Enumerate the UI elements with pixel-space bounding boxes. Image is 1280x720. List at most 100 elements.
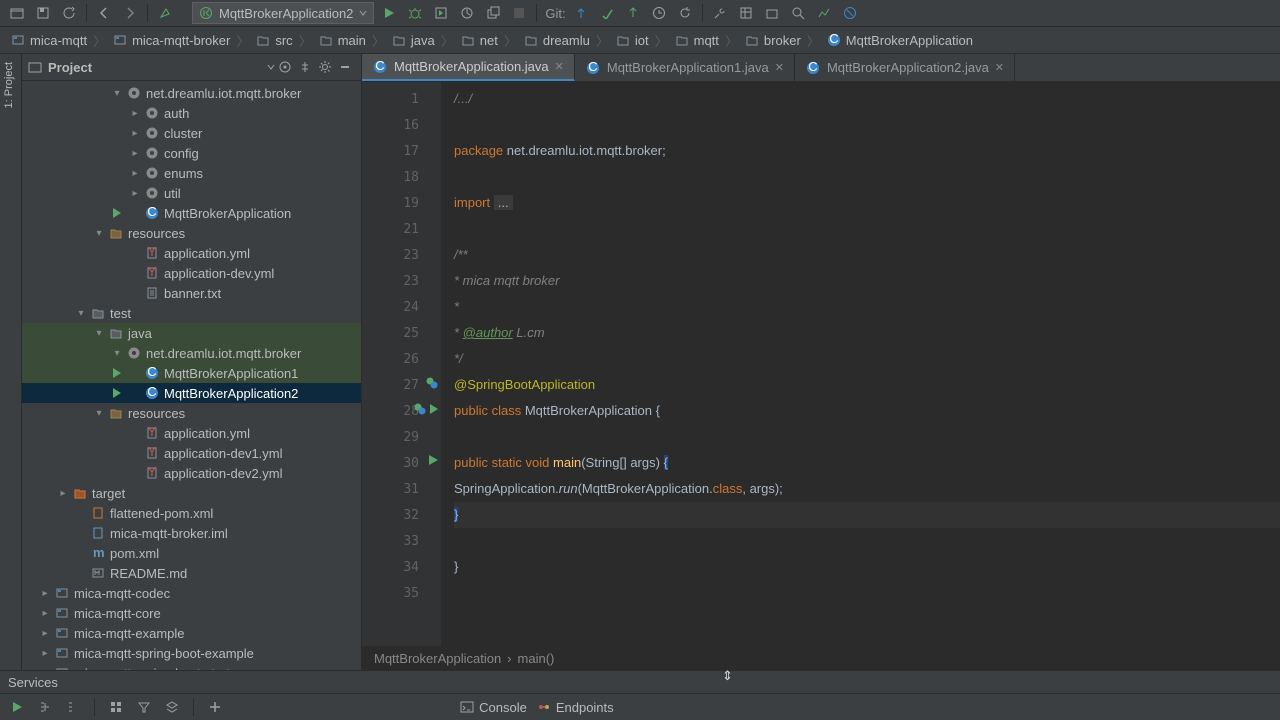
code-line[interactable]: @SpringBootApplication bbox=[454, 372, 1280, 398]
close-icon[interactable]: ✕ bbox=[775, 61, 784, 74]
gutter-line[interactable]: 34 bbox=[362, 554, 441, 580]
run-icon[interactable] bbox=[378, 2, 400, 24]
expand-arrow-icon[interactable]: ▸ bbox=[130, 128, 140, 139]
gutter-line[interactable]: 32 bbox=[362, 502, 441, 528]
gutter-line[interactable]: 30 bbox=[362, 450, 441, 476]
tree-node[interactable]: Yapplication-dev2.yml bbox=[22, 463, 361, 483]
tree-collapse-icon[interactable] bbox=[64, 698, 82, 716]
code-line[interactable]: * @author L.cm bbox=[454, 320, 1280, 346]
expand-arrow-icon[interactable]: ▸ bbox=[40, 668, 50, 671]
gutter-line[interactable]: 29 bbox=[362, 424, 441, 450]
tree-node[interactable]: ▸util bbox=[22, 183, 361, 203]
navigate-gutter-icon[interactable] bbox=[425, 376, 439, 390]
breadcrumb-item[interactable]: src bbox=[251, 32, 296, 48]
expand-arrow-icon[interactable]: ▸ bbox=[40, 648, 50, 659]
code-line[interactable] bbox=[454, 164, 1280, 190]
gutter-line[interactable]: 19 bbox=[362, 190, 441, 216]
debug-icon[interactable] bbox=[404, 2, 426, 24]
code-line[interactable]: import ... bbox=[454, 190, 1280, 216]
tree-node[interactable]: Yapplication.yml bbox=[22, 423, 361, 443]
code-line[interactable] bbox=[454, 580, 1280, 606]
code-line[interactable]: public class MqttBrokerApplication { bbox=[454, 398, 1280, 424]
tree-node[interactable]: CMqttBrokerApplication bbox=[22, 203, 361, 223]
hide-icon[interactable] bbox=[335, 57, 355, 77]
tree-node[interactable]: ▾net.dreamlu.iot.mqtt.broker bbox=[22, 343, 361, 363]
tree-node[interactable]: mica-mqtt-broker.iml bbox=[22, 523, 361, 543]
breadcrumb-item[interactable]: net bbox=[456, 32, 502, 48]
code-line[interactable] bbox=[454, 424, 1280, 450]
tree-node[interactable]: ▸config bbox=[22, 143, 361, 163]
navigate-run-gutter-icon[interactable] bbox=[413, 402, 439, 416]
code-line[interactable] bbox=[454, 112, 1280, 138]
save-all-icon[interactable] bbox=[32, 2, 54, 24]
expand-arrow-icon[interactable]: ▾ bbox=[94, 328, 104, 339]
expand-arrow-icon[interactable]: ▸ bbox=[130, 148, 140, 159]
console-tab[interactable]: Console bbox=[460, 700, 527, 715]
expand-arrow-icon[interactable]: ▸ bbox=[58, 488, 68, 499]
ide-settings-icon[interactable] bbox=[761, 2, 783, 24]
attach-icon[interactable] bbox=[482, 2, 504, 24]
expand-arrow-icon[interactable]: ▸ bbox=[40, 628, 50, 639]
run-gutter-icon[interactable] bbox=[112, 208, 122, 218]
breadcrumb-item[interactable]: mica-mqtt-broker bbox=[108, 32, 234, 48]
code-line[interactable]: * bbox=[454, 294, 1280, 320]
stop-process-icon[interactable] bbox=[839, 2, 861, 24]
editor-tab[interactable]: CMqttBrokerApplication2.java✕ bbox=[795, 54, 1015, 81]
tree-node[interactable]: ▸auth bbox=[22, 103, 361, 123]
tree-node[interactable]: mpom.xml bbox=[22, 543, 361, 563]
close-icon[interactable]: ✕ bbox=[555, 60, 564, 73]
breadcrumb-item[interactable]: mqtt bbox=[670, 32, 723, 48]
breadcrumb-item[interactable]: broker bbox=[740, 32, 805, 48]
sync-icon[interactable] bbox=[58, 2, 80, 24]
tree-node[interactable]: ▾net.dreamlu.iot.mqtt.broker bbox=[22, 83, 361, 103]
tree-node[interactable]: ▾java bbox=[22, 323, 361, 343]
coverage-icon[interactable] bbox=[430, 2, 452, 24]
back-icon[interactable] bbox=[93, 2, 115, 24]
code-line[interactable] bbox=[454, 528, 1280, 554]
project-structure-icon[interactable] bbox=[735, 2, 757, 24]
select-opened-icon[interactable] bbox=[275, 57, 295, 77]
grid-icon[interactable] bbox=[107, 698, 125, 716]
code-line[interactable]: /.../ bbox=[454, 86, 1280, 112]
stop-icon[interactable] bbox=[508, 2, 530, 24]
tree-node[interactable]: ▸mica-mqtt-example bbox=[22, 623, 361, 643]
filter-icon[interactable] bbox=[135, 698, 153, 716]
run-config-selector[interactable]: MqttBrokerApplication2 bbox=[192, 2, 374, 24]
expand-arrow-icon[interactable]: ▸ bbox=[130, 168, 140, 179]
editor-gutter[interactable]: 116171819212323242526272829303132333435 bbox=[362, 82, 442, 646]
tree-node[interactable]: ▸enums bbox=[22, 163, 361, 183]
forward-icon[interactable] bbox=[119, 2, 141, 24]
tree-node[interactable]: ▾resources bbox=[22, 403, 361, 423]
git-update-icon[interactable] bbox=[570, 2, 592, 24]
code-line[interactable]: } bbox=[454, 554, 1280, 580]
code-line[interactable]: public static void main(String[] args) { bbox=[454, 450, 1280, 476]
layers-icon[interactable] bbox=[163, 698, 181, 716]
run-gutter-icon[interactable] bbox=[427, 454, 439, 466]
crumb-method[interactable]: main() bbox=[518, 651, 555, 666]
code-line[interactable]: SpringApplication.run(MqttBrokerApplicat… bbox=[454, 476, 1280, 502]
close-icon[interactable]: ✕ bbox=[995, 61, 1004, 74]
expand-arrow-icon[interactable]: ▸ bbox=[40, 608, 50, 619]
tree-node[interactable]: ▸mica-mqtt-codec bbox=[22, 583, 361, 603]
expand-arrow-icon[interactable]: ▾ bbox=[94, 408, 104, 419]
editor-tab[interactable]: CMqttBrokerApplication.java✕ bbox=[362, 54, 575, 81]
services-tool-window[interactable]: Services bbox=[0, 670, 1280, 693]
tree-node[interactable]: banner.txt bbox=[22, 283, 361, 303]
gutter-line[interactable]: 25 bbox=[362, 320, 441, 346]
tree-node[interactable]: Yapplication.yml bbox=[22, 243, 361, 263]
code-line[interactable] bbox=[454, 216, 1280, 242]
tree-icon[interactable] bbox=[36, 698, 54, 716]
tree-node[interactable]: ▸mica-mqtt-spring-boot-starter bbox=[22, 663, 361, 670]
expand-arrow-icon[interactable]: ▾ bbox=[112, 348, 122, 359]
tree-node[interactable]: CMqttBrokerApplication1 bbox=[22, 363, 361, 383]
endpoints-tab[interactable]: Endpoints bbox=[537, 700, 614, 715]
expand-arrow-icon[interactable]: ▾ bbox=[112, 88, 122, 99]
breadcrumb-item[interactable]: iot bbox=[611, 32, 653, 48]
gutter-line[interactable]: 1 bbox=[362, 86, 441, 112]
run-gutter-icon[interactable] bbox=[112, 368, 122, 378]
gutter-line[interactable]: 28 bbox=[362, 398, 441, 424]
project-tree[interactable]: ▾net.dreamlu.iot.mqtt.broker▸auth▸cluste… bbox=[22, 81, 361, 670]
gear-icon[interactable] bbox=[315, 57, 335, 77]
expand-arrow-icon[interactable]: ▾ bbox=[94, 228, 104, 239]
tree-node[interactable]: ▸cluster bbox=[22, 123, 361, 143]
